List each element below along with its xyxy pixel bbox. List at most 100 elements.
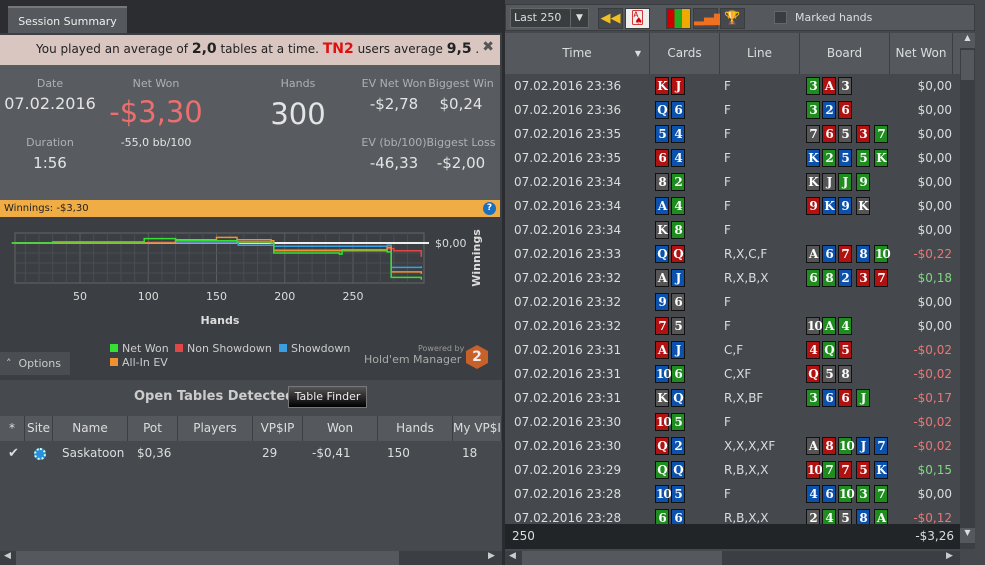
scrollbar-thumb[interactable] [16,551,399,565]
hand-row[interactable]: 07.02.2016 23:36 F $0,00 Q 6 3 2 6 [505,98,960,122]
playing-card: 7 [874,125,888,143]
biggest-win-label: Biggest Win [428,77,494,90]
info-banner: You played an average of 2,0 tables at a… [0,35,500,65]
playing-card: 8 [856,509,870,524]
table-finder-button[interactable]: Table Finder [288,386,367,408]
hand-row[interactable]: 07.02.2016 23:30 F -$0,02 10 5 [505,410,960,434]
hand-row[interactable]: 07.02.2016 23:35 F $0,00 5 4 7 6 5 3 7 [505,122,960,146]
playing-card: 9 [838,197,852,215]
col-won[interactable]: Won [303,416,378,441]
hands-filter-select[interactable]: Last 250 ▼ [510,8,589,28]
hands-value: 300 [270,97,326,131]
options-button[interactable]: ˄ Options [0,352,70,375]
playing-card: 4 [822,509,836,524]
tab-session-summary[interactable]: Session Summary [8,6,127,33]
tn2-brand: TN2 [322,41,354,57]
help-icon[interactable]: ? [483,202,496,215]
bar-chart-icon[interactable]: ▂▄▆ [693,8,724,29]
col-time[interactable]: Time ▼ [505,33,650,74]
hand-row[interactable]: 07.02.2016 23:32 F $0,00 7 5 10 A 4 [505,314,960,338]
table-row[interactable]: ✔ Saskatoon $0,36 29 -$0,41 150 18 [0,441,502,466]
playing-card: 2 [822,101,836,119]
playing-card: 9 [806,197,820,215]
col-pot[interactable]: Pot [128,416,178,441]
col-marker[interactable]: * [0,416,25,441]
playing-card: 3 [856,485,870,503]
close-icon[interactable]: ✖ [482,33,494,61]
date-label: Date [36,77,64,90]
vertical-scrollbar[interactable]: ▲ ▼ [960,33,975,549]
hands-panel: Last 250 ▼ ◀◀ 🂡 ▂▄▆ 🏆 Marked hands Time ▼ … [505,0,985,565]
hand-row[interactable]: 07.02.2016 23:36 F $0,00 K J 3 A 3 [505,74,960,98]
hand-row[interactable]: 07.02.2016 23:29 R,B,X,X $0,15 Q Q 10 7 7 5 K [505,458,960,482]
grid-icon[interactable] [666,8,691,29]
horizontal-scrollbar[interactable]: ◀ ▶ [505,551,960,565]
hand-row[interactable]: 07.02.2016 23:34 F $0,00 A 4 9 K 9 K [505,194,960,218]
hands-footer: 250 -$3,26 [505,524,960,549]
playing-card: 8 [838,365,852,383]
playing-card: J [671,77,685,95]
hand-line: F [724,223,731,237]
hand-row[interactable]: 07.02.2016 23:31 C,XF -$0,02 10 6 Q 5 8 [505,362,960,386]
scroll-right-icon[interactable]: ▶ [946,551,953,561]
x-tick-label: 100 [138,290,159,303]
col-name[interactable]: Name [53,416,128,441]
scroll-up-icon[interactable]: ▲ [960,33,975,48]
hand-row[interactable]: 07.02.2016 23:28 R,B,X,X -$0,12 6 6 2 4 5 8 A [505,506,960,524]
hand-line: C,F [724,343,744,357]
hand-row[interactable]: 07.02.2016 23:31 C,F -$0,02 A J 4 Q 5 [505,338,960,362]
col-players[interactable]: Players [178,416,253,441]
horizontal-scrollbar[interactable]: ◀ ▶ [0,551,502,565]
biggest-loss-label: Biggest Loss [426,136,496,149]
playing-card: K [806,149,820,167]
col-net-won[interactable]: Net Won [890,33,953,74]
hand-row[interactable]: 07.02.2016 23:33 R,X,C,F -$0,22 Q Q A 6 7 8 10 [505,242,960,266]
col-cards[interactable]: Cards [650,33,720,74]
scrollbar-thumb[interactable] [522,551,722,565]
scroll-right-icon[interactable]: ▶ [488,551,495,561]
col-vpip[interactable]: VP$IP [253,416,303,441]
playing-card: A [806,437,820,455]
hand-row[interactable]: 07.02.2016 23:28 F $0,00 10 5 4 6 10 3 7 [505,482,960,506]
playing-card: 10 [655,365,672,383]
hand-time: 07.02.2016 23:36 [514,103,622,117]
hand-time: 07.02.2016 23:33 [514,247,622,261]
col-site[interactable]: Site [25,416,53,441]
scroll-left-icon[interactable]: ◀ [509,551,516,561]
chevron-down-icon[interactable]: ▼ [570,9,588,27]
checkbox-checked-icon[interactable]: ✔ [8,441,19,466]
hand-time: 07.02.2016 23:30 [514,415,622,429]
hand-net-won: -$0,12 [913,511,952,524]
trophy-icon[interactable]: 🏆 [720,8,745,29]
hand-row[interactable]: 07.02.2016 23:31 R,X,BF -$0,17 K Q 3 6 6 J [505,386,960,410]
playing-card: 3 [856,125,870,143]
scroll-left-icon[interactable]: ◀ [4,551,11,561]
hand-row[interactable]: 07.02.2016 23:34 F $0,00 K 8 [505,218,960,242]
cards-icon[interactable]: 🂡 [625,8,650,29]
col-board[interactable]: Board [800,33,890,74]
playing-card: 5 [838,149,852,167]
playing-card: 6 [671,101,685,119]
playing-card: Q [671,389,685,407]
playing-card: Q [655,461,669,479]
marked-hands-checkbox[interactable] [774,11,787,24]
legend-label: Non Showdown [187,342,272,355]
col-my-vpip[interactable]: My VP$I [453,416,502,441]
hand-row[interactable]: 07.02.2016 23:32 R,X,B,X $0,18 A J 6 8 2 3 7 [505,266,960,290]
scroll-down-icon[interactable]: ▼ [960,528,975,543]
hand-net-won: -$0,22 [913,247,952,261]
col-hands[interactable]: Hands [378,416,453,441]
hand-row[interactable]: 07.02.2016 23:35 F $0,00 6 4 K 2 5 5 K [505,146,960,170]
playing-card: J [822,173,836,191]
scrollbar-thumb[interactable] [961,50,974,80]
col-line[interactable]: Line [720,33,800,74]
playing-card: 3 [806,389,820,407]
hand-line: R,X,C,F [724,247,768,261]
hand-line: F [724,319,731,333]
hand-row[interactable]: 07.02.2016 23:34 F $0,00 8 2 K J J 9 [505,170,960,194]
legend-label: Net Won [122,342,169,355]
hand-row[interactable]: 07.02.2016 23:32 F $0,00 9 6 [505,290,960,314]
rewind-icon[interactable]: ◀◀ [598,8,623,29]
hand-row[interactable]: 07.02.2016 23:30 X,X,X,XF -$0,02 Q 2 A 8 10 J 7 [505,434,960,458]
playing-card: K [655,77,669,95]
